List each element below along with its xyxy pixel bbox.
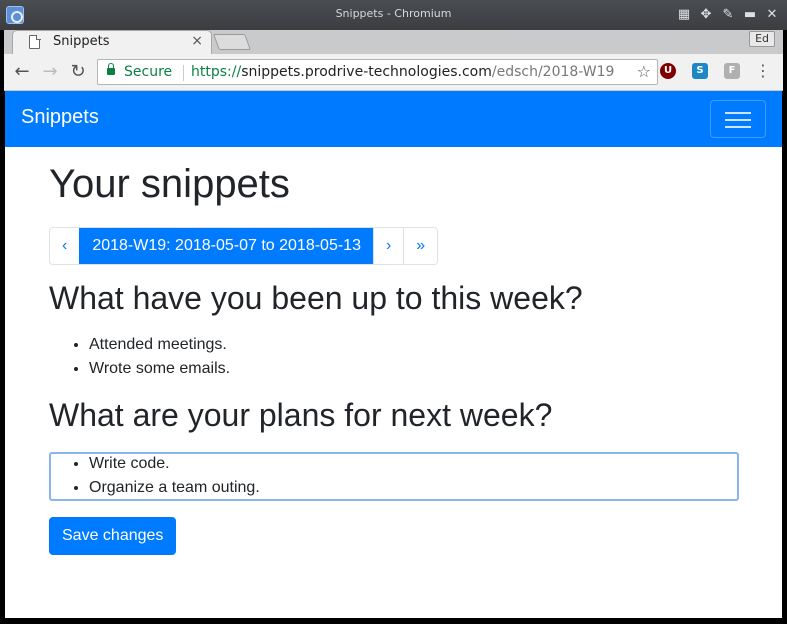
forward-arrow-icon[interactable]: → [38,60,62,84]
navbar: Snippets [5,91,782,147]
maximize-icon[interactable]: ▬ [741,6,759,24]
plans-editor[interactable]: Write code. Organize a team outing. [49,452,739,501]
week-pagination: ‹ 2018-W19: 2018-05-07 to 2018-05-13 › » [49,227,439,265]
f-extension-icon[interactable]: F [724,63,740,79]
title-bar: Snippets - Chromium ▦ ✥ ✎ ▬ ✕ [0,0,787,30]
previous-week-link[interactable]: ‹ [50,228,80,264]
page-icon [29,34,41,49]
pin-icon[interactable]: ✎ [719,6,737,24]
list-item[interactable]: Organize a team outing. [89,476,260,500]
omnibox-divider [183,65,184,81]
browser-toolbar: ← → ↻ Secure https://snippets.prodrive-t… [4,54,783,91]
current-week-label: 2018-W19: 2018-05-07 to 2018-05-13 [79,228,373,264]
menu-dots-icon[interactable]: ⋮ [755,61,771,81]
tab-snippets[interactable]: Snippets × [12,30,212,54]
plans-list[interactable]: Write code. Organize a team outing. [89,452,260,500]
close-window-icon[interactable]: ✕ [763,6,781,24]
secure-label: Secure [124,64,173,80]
list-item: Wrote some emails. [89,357,230,381]
url-text[interactable]: https://snippets.prodrive-technologies.c… [191,64,614,80]
list-item: Attended meetings. [89,333,230,357]
plans-heading: What are your plans for next week? [49,397,553,433]
page-viewport: Snippets Your snippets ‹ 2018-W19: 2018-… [5,91,782,618]
window-controls: ▦ ✥ ✎ ▬ ✕ [675,6,781,24]
tab-title: Snippets [53,34,110,49]
url-scheme: https:// [191,64,242,80]
close-tab-icon[interactable]: × [191,33,203,49]
ublock-icon[interactable]: U [660,63,676,79]
bookmark-star-icon[interactable]: ☆ [637,62,651,81]
url-host: snippets.prodrive-technologies.com [241,64,492,80]
hamburger-line [725,126,751,128]
lock-icon [107,63,115,75]
last-week-link[interactable]: » [403,228,438,264]
done-heading: What have you been up to this week? [49,280,583,316]
navbar-brand[interactable]: Snippets [21,106,99,129]
hamburger-line [725,119,751,121]
tab-strip: Snippets × Ed [4,30,783,54]
hamburger-menu-icon[interactable] [710,100,766,138]
hamburger-line [725,112,751,114]
list-item[interactable]: Write code. [89,452,260,476]
save-button[interactable]: Save changes [49,517,177,555]
window-title: Snippets - Chromium [335,7,452,20]
browser-window: Snippets - Chromium ▦ ✥ ✎ ▬ ✕ Snippets ×… [0,0,787,624]
s-extension-icon[interactable]: S [692,63,708,79]
profile-badge[interactable]: Ed [749,31,775,47]
reload-icon[interactable]: ↻ [66,60,90,84]
new-tab-button[interactable] [213,34,251,50]
page-title: Your snippets [49,162,290,206]
tile-icon[interactable]: ▦ [675,6,693,24]
url-path: /edsch/2018-W19 [491,64,615,80]
back-arrow-icon[interactable]: ← [10,60,34,84]
done-list: Attended meetings. Wrote some emails. [89,333,230,381]
move-icon[interactable]: ✥ [697,6,715,24]
address-bar[interactable]: Secure https://snippets.prodrive-technol… [97,59,658,85]
next-week-link[interactable]: › [372,228,404,264]
